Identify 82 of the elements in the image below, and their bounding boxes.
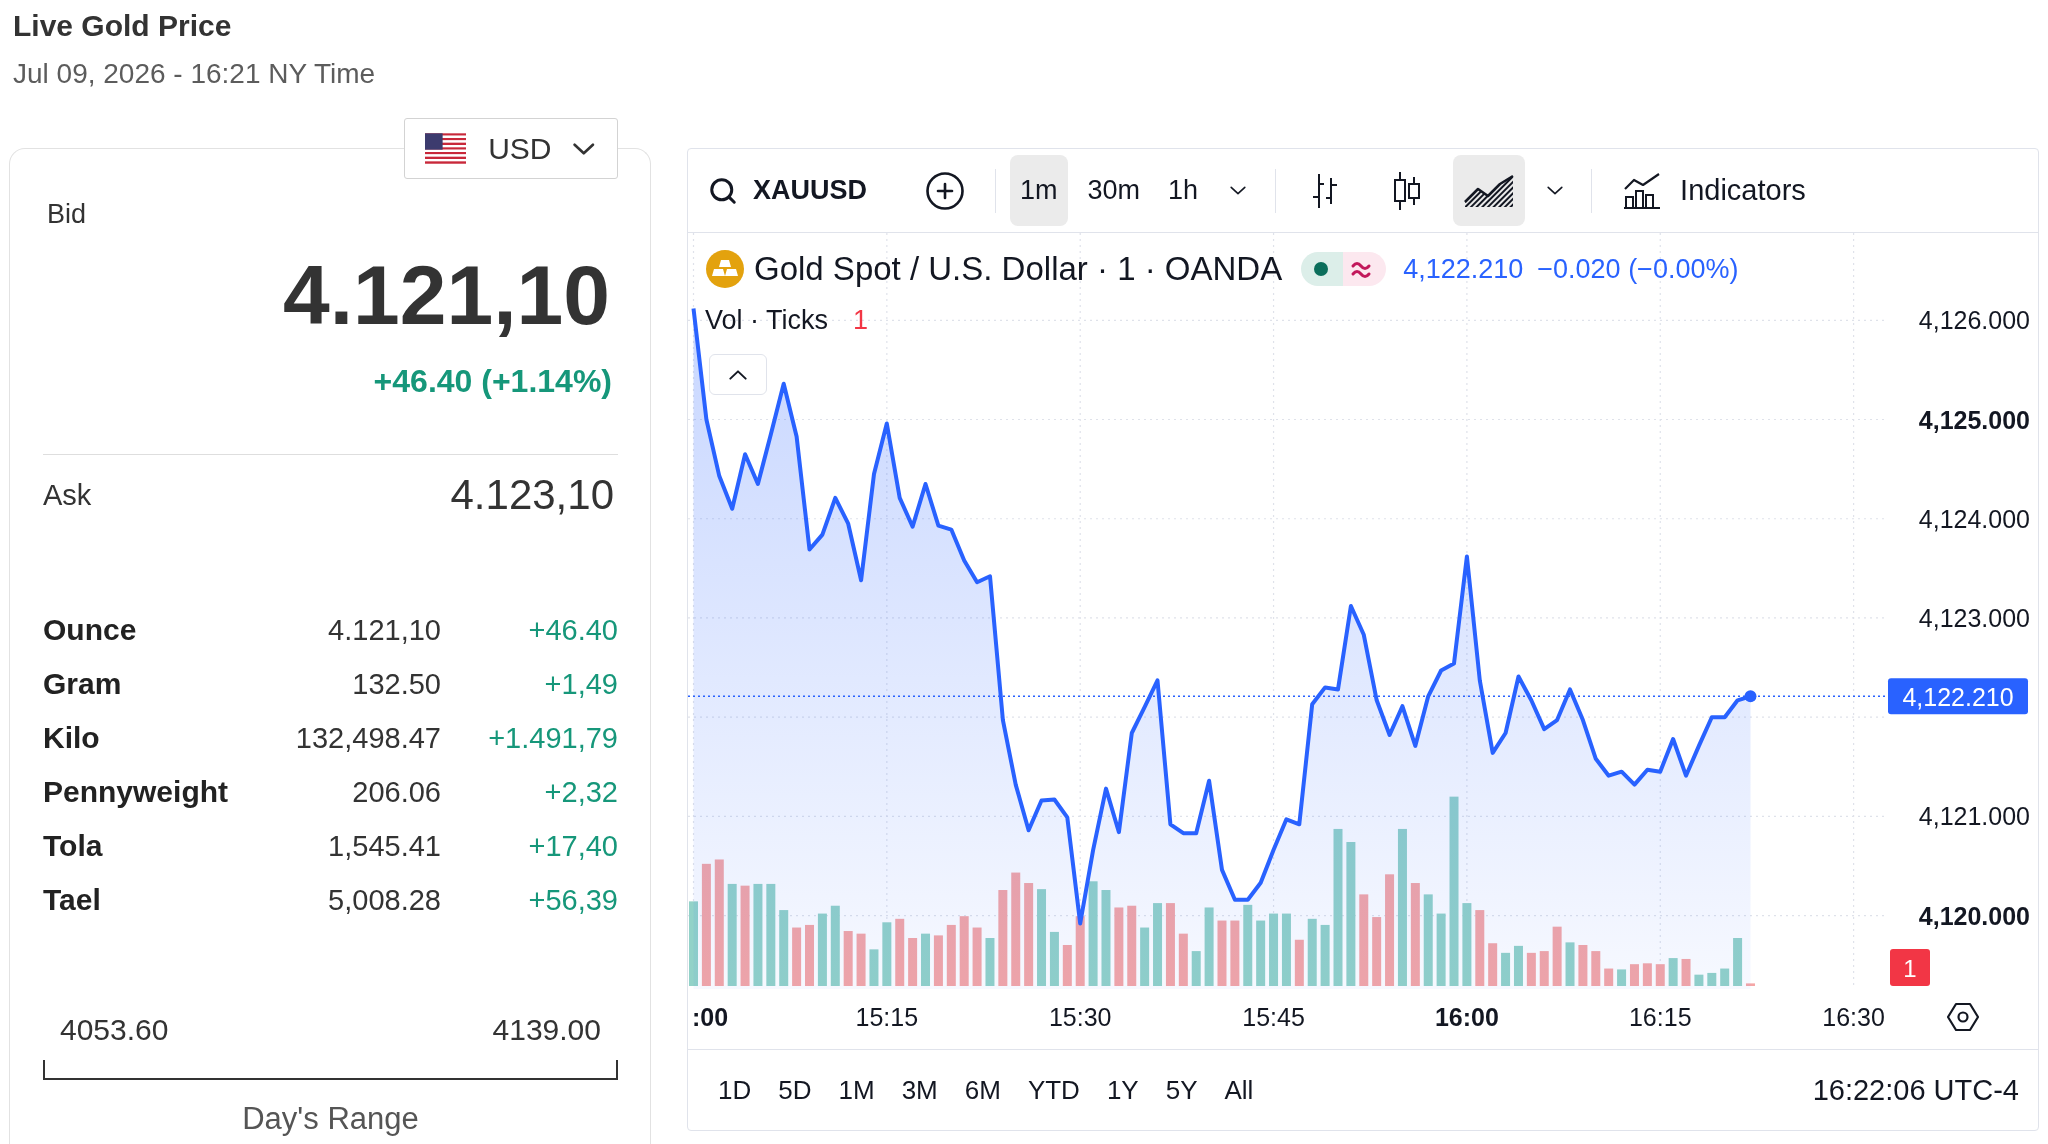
unit-name: Gram bbox=[43, 667, 122, 701]
price-axis-label: 4,126.000 bbox=[1918, 306, 2030, 335]
candlestick-icon bbox=[1392, 170, 1423, 211]
ref-line-label: 4,122.210 bbox=[1902, 683, 2014, 712]
range-button[interactable]: 1M bbox=[828, 1068, 885, 1112]
price-axis-label: 4,124.000 bbox=[1918, 504, 2030, 533]
range-button[interactable]: 3M bbox=[891, 1068, 948, 1112]
clock: 16:22:06 UTC-4 bbox=[1812, 1073, 2019, 1107]
price-axis-label: 4,120.000 bbox=[1918, 901, 2030, 930]
unit-change: +46.40 bbox=[528, 613, 618, 647]
volume-label: 1 bbox=[1890, 949, 1930, 986]
page-title: Live Gold Price bbox=[13, 9, 233, 43]
price-axis-label: 4,125.000 bbox=[1918, 405, 2030, 434]
time-axis-label: 16:00 bbox=[1434, 1003, 1499, 1031]
unit-change: +1.491,79 bbox=[488, 721, 618, 755]
time-axis-label: 16:15 bbox=[1628, 1003, 1692, 1031]
timestamp: Jul 09, 2026 - 16:21 NY Time bbox=[13, 58, 377, 90]
interval-button[interactable]: 1m bbox=[1010, 155, 1068, 226]
unit-price: 132,498.47 bbox=[295, 721, 441, 755]
interval-button[interactable]: 30m bbox=[1077, 155, 1151, 226]
range-button[interactable]: 1Y bbox=[1096, 1068, 1149, 1112]
collapse-button[interactable] bbox=[709, 354, 767, 395]
price-axis-label: 4,123.000 bbox=[1918, 603, 2030, 632]
time-axis-label: 15:15 bbox=[855, 1003, 919, 1031]
range-button[interactable]: 5Y bbox=[1155, 1068, 1208, 1112]
range-caption: Day's Range bbox=[242, 1102, 419, 1136]
symbol-search-button[interactable]: XAUUSD bbox=[696, 162, 879, 219]
bullion-icon bbox=[706, 250, 744, 288]
unit-change: +1,49 bbox=[544, 667, 618, 701]
range-button[interactable]: 1D bbox=[708, 1068, 762, 1112]
last-price: 4,122.210 bbox=[1403, 253, 1524, 285]
range-button[interactable]: 5D bbox=[768, 1068, 822, 1112]
interval-button[interactable]: 1h bbox=[1158, 155, 1209, 226]
ask-price: 4.123,10 bbox=[450, 471, 614, 519]
time-axis-label: 15:45 bbox=[1242, 1003, 1305, 1031]
hexagon-icon[interactable] bbox=[1946, 1002, 1980, 1032]
chevron-down-icon bbox=[1230, 186, 1247, 195]
time-axis-label: :00 bbox=[692, 1003, 729, 1031]
volume-title: Vol · Ticks bbox=[705, 304, 829, 336]
time-axis-label: 16:30 bbox=[1822, 1003, 1885, 1031]
unit-price: 4.121,10 bbox=[328, 613, 441, 647]
unit-name: Pennyweight bbox=[43, 775, 229, 809]
bid-change: +46.40 (+1.14%) bbox=[373, 362, 612, 401]
chevron-up-icon bbox=[729, 369, 747, 380]
unit-change: +2,32 bbox=[544, 775, 618, 809]
chevron-down-icon bbox=[1547, 186, 1564, 195]
range-button[interactable]: YTD bbox=[1017, 1068, 1090, 1112]
unit-name: Kilo bbox=[43, 721, 100, 755]
current-price-label: 4,122.210 bbox=[1888, 678, 2028, 715]
currency-dropdown[interactable]: USD bbox=[404, 118, 618, 179]
range-low: 4053.60 bbox=[60, 1013, 169, 1047]
price-axis-label: 4,121.000 bbox=[1918, 802, 2030, 831]
flag-icon bbox=[425, 133, 467, 164]
volume-value: 1 bbox=[853, 304, 869, 336]
last-point-dot bbox=[1744, 690, 1757, 703]
unit-name: Ounce bbox=[43, 613, 137, 647]
symbol-title: Gold Spot / U.S. Dollar · 1 · OANDA bbox=[754, 250, 1283, 288]
range-button[interactable]: 6M bbox=[954, 1068, 1011, 1112]
time-axis-label: 15:30 bbox=[1048, 1003, 1112, 1031]
unit-change: +56,39 bbox=[528, 883, 618, 917]
chevron-down-icon bbox=[573, 142, 595, 155]
unit-name: Tola bbox=[43, 829, 103, 863]
unit-change: +17,40 bbox=[528, 829, 618, 863]
ohlc-bars-icon bbox=[1311, 171, 1340, 210]
price-change: −0.020 (−0.00%) bbox=[1537, 253, 1739, 285]
ask-label: Ask bbox=[43, 478, 92, 512]
plus-circle-icon bbox=[924, 169, 966, 212]
range-button[interactable]: All bbox=[1214, 1068, 1264, 1112]
bid-price: 4.121,10 bbox=[283, 253, 610, 337]
range-high: 4139.00 bbox=[492, 1013, 601, 1047]
wavy-lines-icon bbox=[1343, 252, 1387, 286]
area-chart-icon bbox=[1463, 173, 1516, 208]
unit-price: 1,545.41 bbox=[328, 829, 441, 863]
search-icon bbox=[708, 175, 738, 206]
unit-name: Tael bbox=[43, 883, 101, 917]
unit-price: 132.50 bbox=[352, 667, 441, 701]
indicators-button[interactable]: Indicators bbox=[1610, 162, 1818, 219]
unit-price: 5,008.28 bbox=[328, 883, 441, 917]
unit-price: 206.06 bbox=[352, 775, 441, 809]
bid-label: Bid bbox=[47, 199, 87, 229]
chart-type-button[interactable] bbox=[1453, 155, 1526, 226]
bar-chart-icon bbox=[1622, 171, 1663, 210]
